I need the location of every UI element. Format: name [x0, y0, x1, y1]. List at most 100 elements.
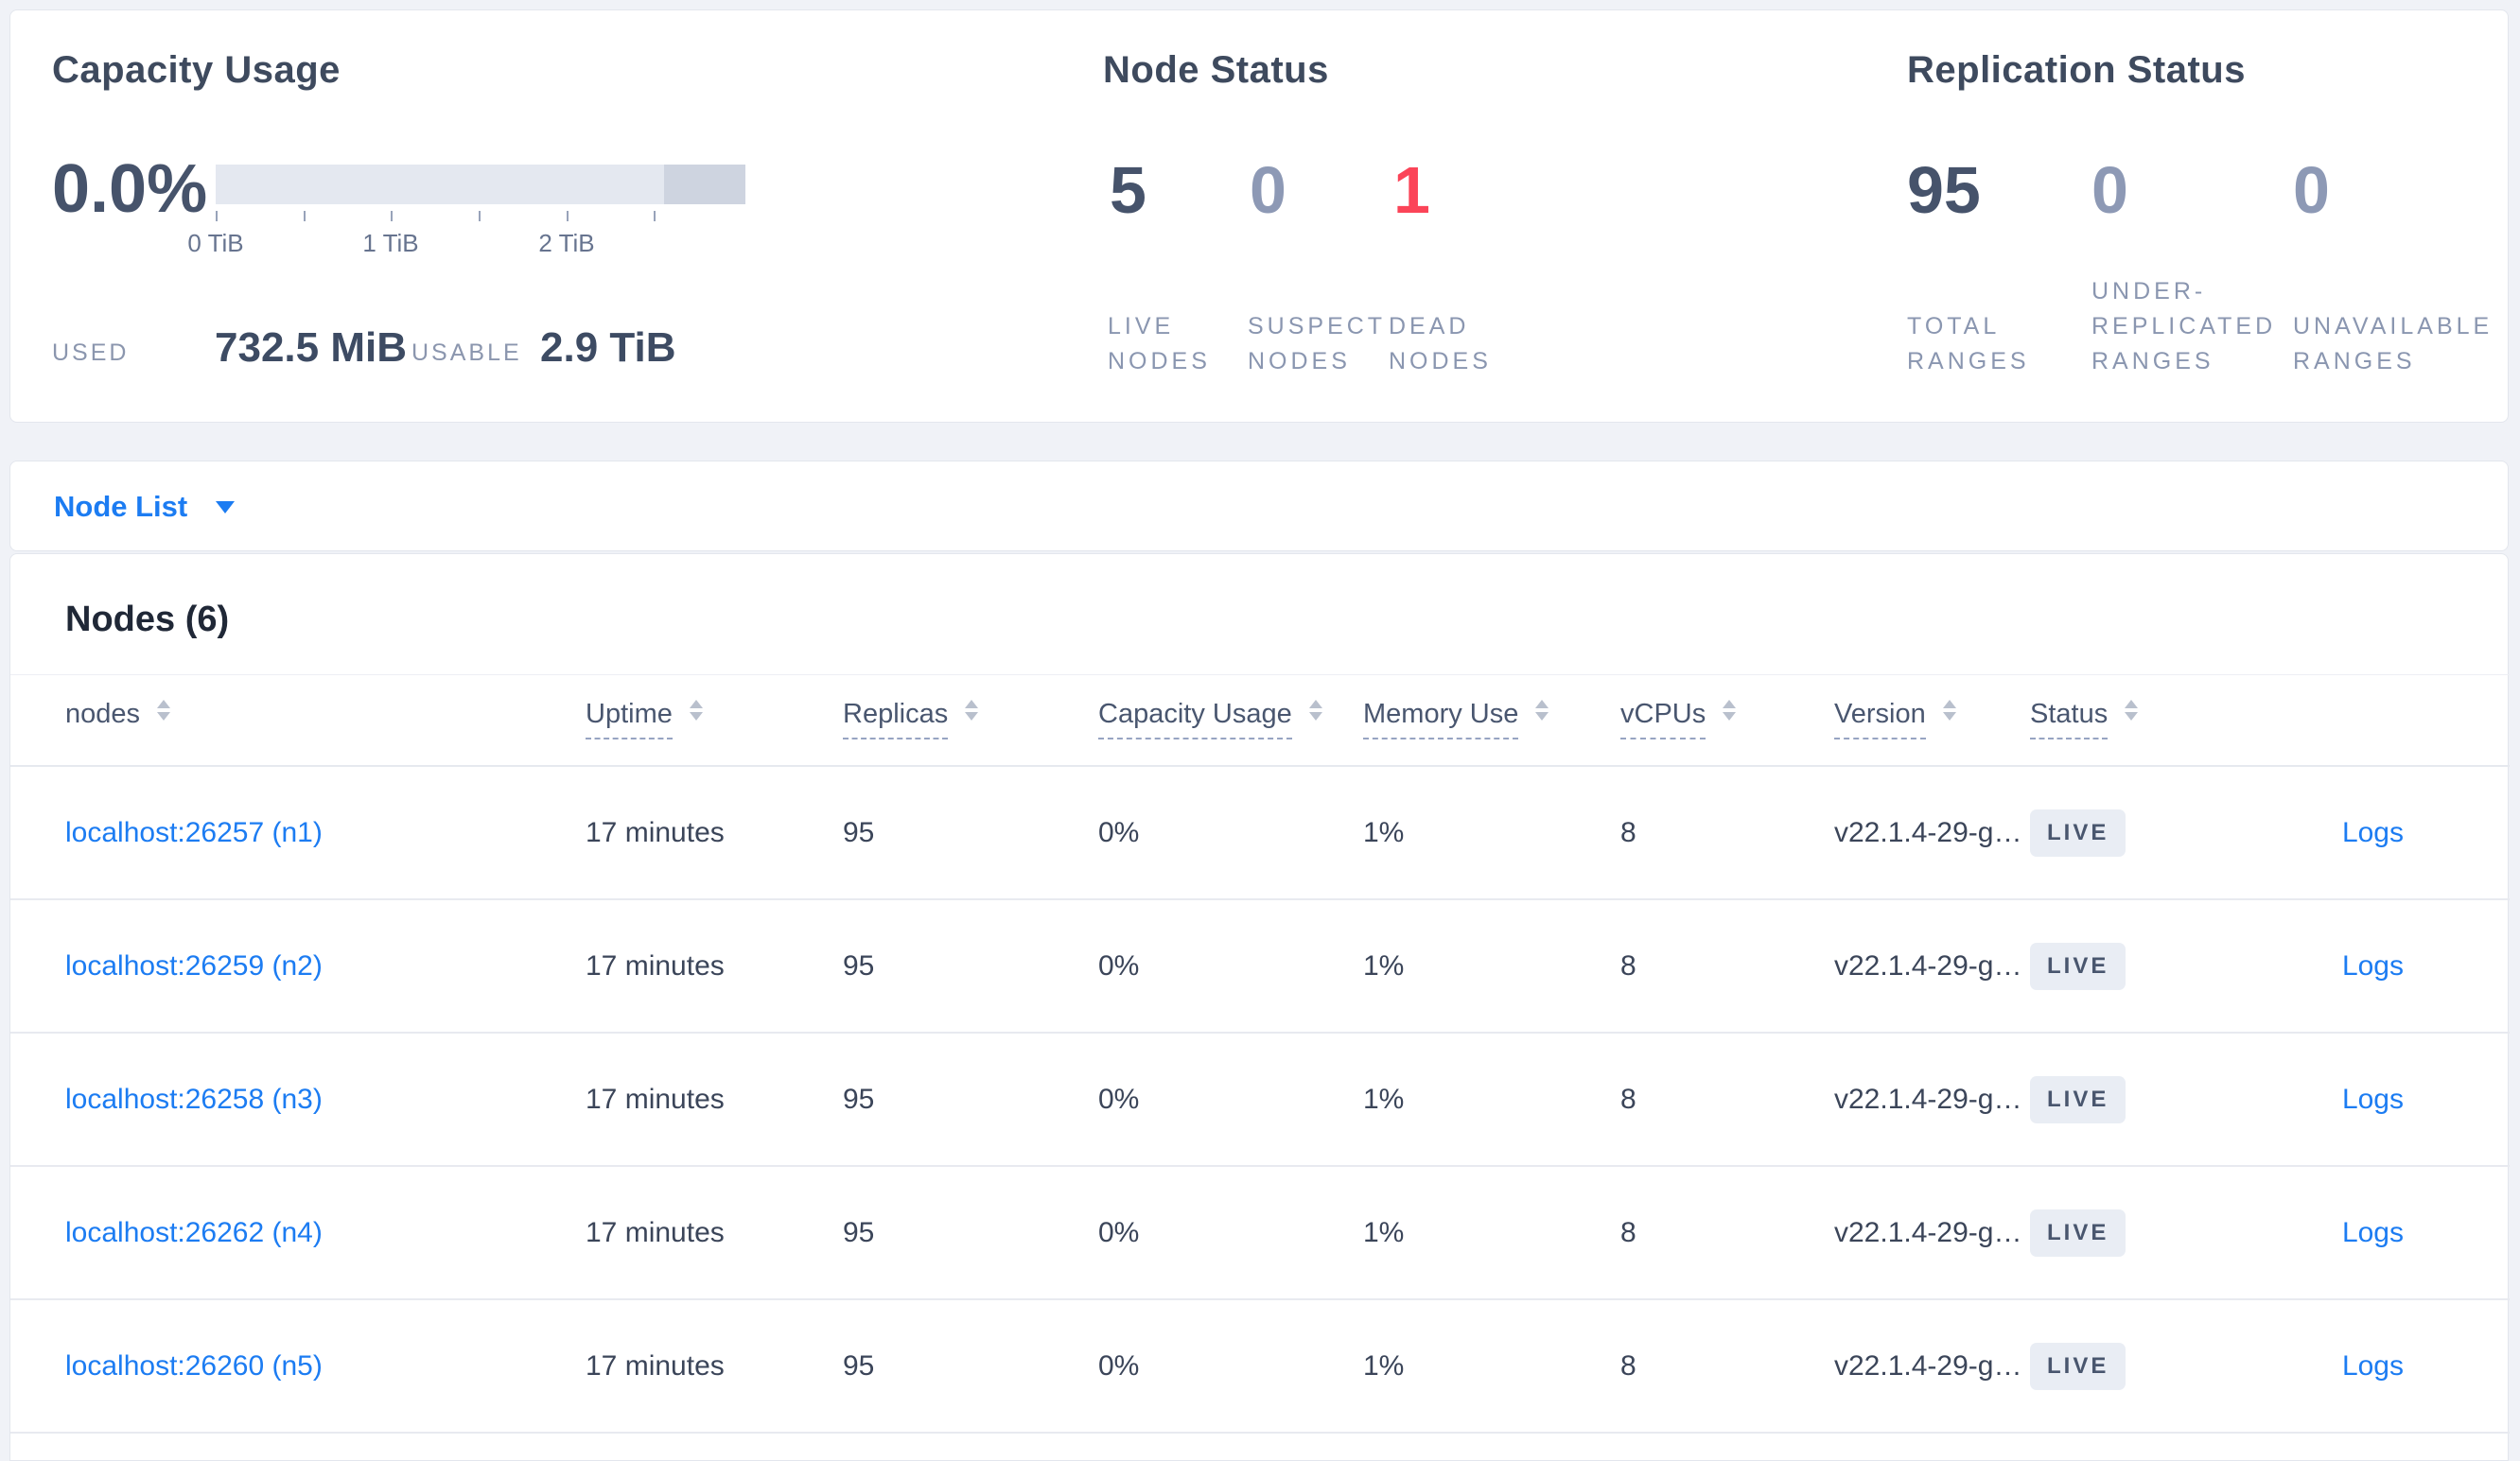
- vcpus-cell: 8: [1620, 1216, 1636, 1248]
- status-badge: LIVE: [2030, 809, 2126, 857]
- logs-link[interactable]: Logs: [2342, 1084, 2404, 1116]
- usable-label: USABLE: [411, 339, 522, 366]
- sort-icon[interactable]: [965, 700, 979, 721]
- logs-link[interactable]: Logs: [2342, 1350, 2404, 1383]
- nodes-section-title: Nodes (6): [65, 600, 230, 639]
- sort-icon[interactable]: [1942, 700, 1956, 721]
- memory-cell: 1%: [1363, 816, 1405, 848]
- logs-link[interactable]: Logs: [2342, 817, 2404, 849]
- nodes-table-card: Nodes (6) nodes Uptime Replicas Capacity…: [9, 553, 2510, 1461]
- axis-tick: [216, 211, 218, 221]
- version-cell: v22.1.4-29-g…: [1834, 1349, 2022, 1382]
- uptime-cell: 17 minutes: [586, 1349, 725, 1382]
- vcpus-cell: 8: [1620, 1349, 1636, 1382]
- sort-icon[interactable]: [2125, 700, 2139, 721]
- live-nodes-count: 5: [1110, 153, 1146, 227]
- status-badge: LIVE: [2030, 1342, 2126, 1390]
- status-cell: LIVE: [2030, 809, 2126, 857]
- axis-tick: [304, 211, 306, 221]
- axis-tick: [391, 211, 393, 221]
- vcpus-cell: 8: [1620, 1083, 1636, 1115]
- total-ranges-label: TOTAL RANGES: [1907, 313, 2030, 374]
- capacity-bar-reserved-segment: [664, 165, 745, 204]
- memory-cell: 1%: [1363, 1349, 1405, 1382]
- replicas-cell: 95: [843, 1083, 875, 1115]
- version-cell: v22.1.4-29-g…: [1834, 1216, 2022, 1248]
- vcpus-cell: 8: [1620, 816, 1636, 848]
- status-cell: LIVE: [2030, 1209, 2126, 1257]
- capacity-cell: 0%: [1098, 1349, 1140, 1382]
- uptime-cell: 17 minutes: [586, 949, 725, 982]
- node-link[interactable]: localhost:26258 (n3): [65, 1084, 323, 1116]
- unavailable-ranges-label: UNAVAILABLE RANGES: [2293, 313, 2494, 374]
- axis-tick: [567, 211, 569, 221]
- unavailable-ranges-count: 0: [2293, 153, 2330, 227]
- capacity-cell: 0%: [1098, 816, 1140, 848]
- capacity-usage-title: Capacity Usage: [52, 49, 341, 91]
- status-badge: LIVE: [2030, 1075, 2126, 1123]
- node-status-title: Node Status: [1103, 49, 1329, 91]
- dead-nodes-count: 1: [1393, 153, 1430, 227]
- version-cell: v22.1.4-29-g…: [1834, 949, 2022, 982]
- uptime-cell: 17 minutes: [586, 816, 725, 848]
- suspect-nodes-count: 0: [1250, 153, 1286, 227]
- view-selector-bar: Node List: [9, 461, 2509, 551]
- version-cell: v22.1.4-29-g…: [1834, 1083, 2022, 1115]
- node-link[interactable]: localhost:26260 (n5): [65, 1350, 323, 1383]
- vcpus-cell: 8: [1620, 949, 1636, 982]
- table-row: localhost:26259 (n2) 17 minutes 95 0% 1%…: [10, 900, 2510, 1034]
- capacity-usage-bar-chart: 0 TiB 1 TiB 2 TiB: [187, 165, 745, 257]
- column-header-memory-use[interactable]: Memory Use: [1363, 698, 1549, 739]
- memory-cell: 1%: [1363, 949, 1405, 982]
- used-value: 732.5 MiB: [215, 324, 407, 371]
- sort-icon[interactable]: [1723, 700, 1737, 721]
- used-label: USED: [52, 339, 130, 366]
- memory-cell: 1%: [1363, 1216, 1405, 1248]
- under-replicated-ranges-count: 0: [2091, 153, 2128, 227]
- table-row: localhost:26262 (n4) 17 minutes 95 0% 1%…: [10, 1167, 2510, 1300]
- capacity-cell: 0%: [1098, 949, 1140, 982]
- node-link[interactable]: localhost:26262 (n4): [65, 1217, 323, 1249]
- logs-link[interactable]: Logs: [2342, 1217, 2404, 1249]
- sort-icon[interactable]: [157, 700, 171, 721]
- replicas-cell: 95: [843, 1216, 875, 1248]
- replicas-cell: 95: [843, 816, 875, 848]
- logs-link[interactable]: Logs: [2342, 950, 2404, 983]
- status-cell: LIVE: [2030, 942, 2126, 990]
- replicas-cell: 95: [843, 1349, 875, 1382]
- column-header-replicas[interactable]: Replicas: [843, 698, 979, 739]
- usable-value: 2.9 TiB: [540, 324, 676, 371]
- node-list-dropdown-label[interactable]: Node List: [54, 490, 187, 524]
- cluster-summary-card: Capacity Usage 0.0% 0 TiB 1 TiB 2 TiB US…: [9, 9, 2509, 423]
- table-row: localhost:26257 (n1) 17 minutes 95 0% 1%…: [10, 767, 2510, 900]
- column-header-capacity-usage[interactable]: Capacity Usage: [1098, 698, 1322, 739]
- sort-icon[interactable]: [1308, 700, 1322, 721]
- column-header-vcpus[interactable]: vCPUs: [1620, 698, 1737, 739]
- capacity-percent-value: 0.0%: [52, 151, 208, 227]
- sort-icon[interactable]: [1535, 700, 1549, 721]
- memory-cell: 1%: [1363, 1083, 1405, 1115]
- column-header-uptime[interactable]: Uptime: [586, 698, 703, 739]
- replicas-cell: 95: [843, 949, 875, 982]
- node-link[interactable]: localhost:26257 (n1): [65, 817, 323, 849]
- node-list-dropdown[interactable]: Node List: [54, 461, 236, 552]
- capacity-cell: 0%: [1098, 1083, 1140, 1115]
- replication-status-title: Replication Status: [1907, 49, 2246, 91]
- table-row: localhost:26258 (n3) 17 minutes 95 0% 1%…: [10, 1034, 2510, 1167]
- status-cell: LIVE: [2030, 1075, 2126, 1123]
- column-header-nodes[interactable]: nodes: [65, 698, 171, 730]
- node-link[interactable]: localhost:26259 (n2): [65, 950, 323, 983]
- status-cell: LIVE: [2030, 1342, 2126, 1390]
- table-body: localhost:26257 (n1) 17 minutes 95 0% 1%…: [10, 767, 2510, 1434]
- column-header-version[interactable]: Version: [1834, 698, 1956, 739]
- version-cell: v22.1.4-29-g…: [1834, 816, 2022, 848]
- column-header-status[interactable]: Status: [2030, 698, 2139, 739]
- sort-icon[interactable]: [689, 700, 703, 721]
- status-badge: LIVE: [2030, 1209, 2126, 1257]
- axis-tick-label: 0 TiB: [187, 229, 244, 257]
- capacity-cell: 0%: [1098, 1216, 1140, 1248]
- uptime-cell: 17 minutes: [586, 1083, 725, 1115]
- axis-tick-label: 1 TiB: [362, 229, 419, 257]
- axis-tick-label: 2 TiB: [538, 229, 595, 257]
- axis-tick: [479, 211, 481, 221]
